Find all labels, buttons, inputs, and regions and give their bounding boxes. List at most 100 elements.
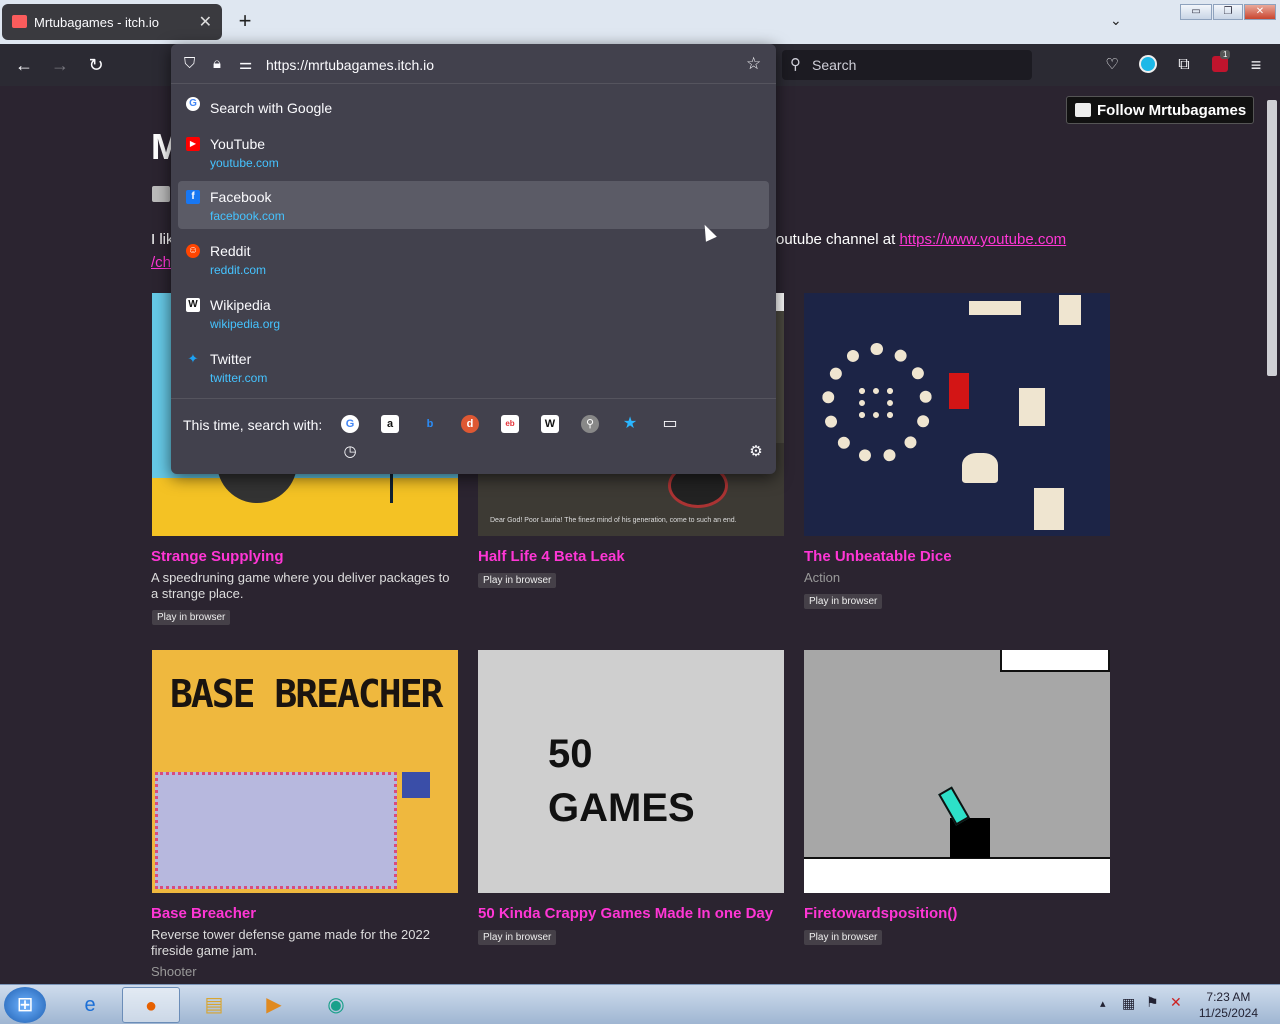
play-in-browser-tag: Play in browser	[804, 594, 883, 609]
play-in-browser-tag: Play in browser	[478, 930, 557, 945]
urlbar-dropdown: ⛉ 🔒︎ ⚌ https://mrtubagames.itch.io ☆ G S…	[171, 44, 776, 474]
tracking-shield-icon[interactable]: ⛉	[184, 55, 195, 72]
internet-explorer-icon[interactable]: e	[64, 987, 116, 1023]
suggestion-label: Reddit	[210, 243, 251, 259]
game-thumbnail-base-breacher[interactable]: BASE BREACHER	[152, 650, 458, 893]
suggestion-label: Facebook	[210, 189, 272, 205]
scrollbar-thumb[interactable]	[1267, 100, 1277, 376]
search-icon: ⚲	[790, 56, 801, 73]
follow-label: Follow Mrtubagames	[1097, 102, 1247, 119]
suggestion-label: Twitter	[210, 351, 252, 367]
menu-hamburger-icon[interactable]: ≡	[1244, 54, 1268, 76]
ebay-engine-icon[interactable]: eb	[501, 415, 519, 433]
search-placeholder: Search	[812, 57, 857, 73]
bookmark-star-icon[interactable]: ☆	[746, 54, 761, 74]
suggestion-label: YouTube	[210, 136, 266, 152]
permissions-icon[interactable]: ⚌	[239, 55, 252, 73]
game-title[interactable]: Base Breacher	[151, 905, 256, 922]
one-off-search-engines: This time, search with: G a b d eb W ⚲ ★…	[171, 398, 776, 474]
game-art-text: BASE BREACHER	[170, 672, 443, 716]
game-art-word: GAMES	[548, 786, 695, 830]
close-tab-icon[interactable]: ✕	[199, 12, 212, 32]
bookmarks-star-icon[interactable]: ★	[621, 415, 639, 433]
start-button-icon[interactable]: ⊞	[4, 987, 46, 1023]
media-player-icon[interactable]: ▶	[248, 987, 300, 1023]
description-mid: outube channel at	[776, 231, 900, 248]
game-title[interactable]: The Unbeatable Dice	[804, 548, 952, 565]
game-title[interactable]: Half Life 4 Beta Leak	[478, 548, 625, 565]
itchio-favicon-icon	[12, 15, 27, 28]
suggestion-domain: youtube.com	[210, 156, 279, 170]
game-title[interactable]: 50 Kinda Crappy Games Made In one Day	[478, 905, 773, 922]
forward-arrow-icon[interactable]: →	[48, 54, 72, 76]
store-icon	[152, 186, 170, 202]
address-bar[interactable]: ⛉ 🔒︎ ⚌ https://mrtubagames.itch.io ☆	[171, 44, 776, 84]
game-genre: Shooter	[151, 964, 197, 979]
description-line: outube channel at https://www.youtube.co…	[776, 231, 1066, 248]
duckduckgo-engine-icon[interactable]: d	[461, 415, 479, 433]
game-thumbnail-firetowardsposition[interactable]	[804, 650, 1110, 893]
suggestion-domain: facebook.com	[210, 209, 285, 223]
page-scrollbar[interactable]	[1264, 86, 1280, 984]
suggestion-reddit[interactable]: ☺ Reddit reddit.com	[178, 235, 769, 283]
firefox-taskbar-icon[interactable]: ●	[122, 987, 180, 1023]
amazon-engine-icon[interactable]: a	[381, 415, 399, 433]
show-hidden-icons-chevron-icon[interactable]: ▴	[1100, 997, 1106, 1010]
clock-time: 7:23 AM	[1206, 990, 1251, 1004]
back-arrow-icon[interactable]: ←	[12, 54, 36, 76]
suggestion-search-google[interactable]: G Search with Google	[178, 88, 769, 128]
suggestion-twitter[interactable]: ✦ Twitter twitter.com	[178, 343, 769, 391]
game-thumbnail-50-games[interactable]: 50 GAMES	[478, 650, 784, 893]
volume-muted-icon[interactable]: ✕	[1170, 994, 1182, 1011]
tabs-icon[interactable]: ▭	[661, 415, 679, 433]
extensions-puzzle-icon[interactable]: ⧉	[1172, 54, 1196, 76]
pocket-icon[interactable]: ♡	[1100, 54, 1124, 76]
game-title[interactable]: Firetowardsposition()	[804, 905, 957, 922]
youtube-link-continued[interactable]: /ch	[151, 254, 171, 271]
restore-button[interactable]: ❐	[1213, 4, 1243, 20]
game-art-number: 50	[548, 732, 593, 776]
file-explorer-folder-icon[interactable]: ▤	[188, 987, 240, 1023]
suggestion-wikipedia[interactable]: W Wikipedia wikipedia.org	[178, 289, 769, 337]
history-clock-icon[interactable]: ◷	[341, 443, 359, 461]
play-in-browser-tag: Play in browser	[152, 610, 231, 625]
search-with-label: This time, search with:	[183, 417, 323, 433]
suggestion-domain: wikipedia.org	[210, 317, 281, 331]
list-all-tabs-chevron-icon[interactable]: ⌄	[1110, 12, 1122, 29]
follow-button[interactable]: Follow Mrtubagames	[1066, 96, 1254, 124]
system-clock[interactable]: 7:23 AM 11/25/2024	[1199, 989, 1258, 1021]
game-thumbnail-unbeatable-dice[interactable]	[804, 293, 1110, 536]
wikipedia-icon: W	[186, 298, 200, 312]
search-box[interactable]: ⚲ Search	[782, 50, 1032, 80]
game-title[interactable]: Strange Supplying	[151, 548, 284, 565]
lock-icon[interactable]: 🔒︎	[213, 55, 221, 72]
minimize-button[interactable]: ▭	[1180, 4, 1212, 20]
suggestion-facebook[interactable]: f Facebook facebook.com	[178, 181, 769, 229]
search-engine-icon[interactable]: ⚲	[581, 415, 599, 433]
url-text[interactable]: https://mrtubagames.itch.io	[266, 57, 434, 73]
suggestion-label: Search with Google	[210, 100, 333, 116]
network-icon[interactable]: ▦	[1122, 995, 1135, 1012]
tab-strip: Mrtubagames - itch.io ✕ + ⌄ ▭ ❐ ✕	[0, 0, 1280, 44]
twitter-bird-icon: ✦	[187, 351, 199, 366]
search-settings-gear-icon[interactable]: ⚙	[747, 443, 765, 461]
close-window-button[interactable]: ✕	[1244, 4, 1276, 20]
reload-icon[interactable]: ↻	[84, 54, 108, 76]
suggestion-youtube[interactable]: ▶ YouTube youtube.com	[178, 128, 769, 176]
wikipedia-engine-icon[interactable]: W	[541, 415, 559, 433]
game-description: Reverse tower defense game made for the …	[151, 927, 430, 958]
windows-taskbar: ⊞ e ● ▤ ▶ ◉ ▴ ▦ ⚑ ✕ 7:23 AM 11/25/2024	[0, 984, 1280, 1024]
new-tab-button[interactable]: +	[232, 8, 258, 34]
bing-engine-icon[interactable]: b	[421, 415, 439, 433]
account-avatar-icon[interactable]	[1139, 55, 1157, 73]
google-engine-icon[interactable]: G	[341, 415, 359, 433]
itchio-logo-icon	[1075, 103, 1091, 117]
active-tab[interactable]: Mrtubagames - itch.io ✕	[2, 4, 222, 40]
clock-date: 11/25/2024	[1198, 1006, 1258, 1020]
reddit-icon: ☺	[186, 244, 200, 258]
app-icon[interactable]: ◉	[310, 987, 362, 1023]
action-center-flag-icon[interactable]: ⚑	[1146, 994, 1159, 1011]
youtube-icon: ▶	[186, 137, 200, 151]
youtube-link[interactable]: https://www.youtube.com	[899, 231, 1066, 248]
play-in-browser-tag: Play in browser	[804, 930, 883, 945]
